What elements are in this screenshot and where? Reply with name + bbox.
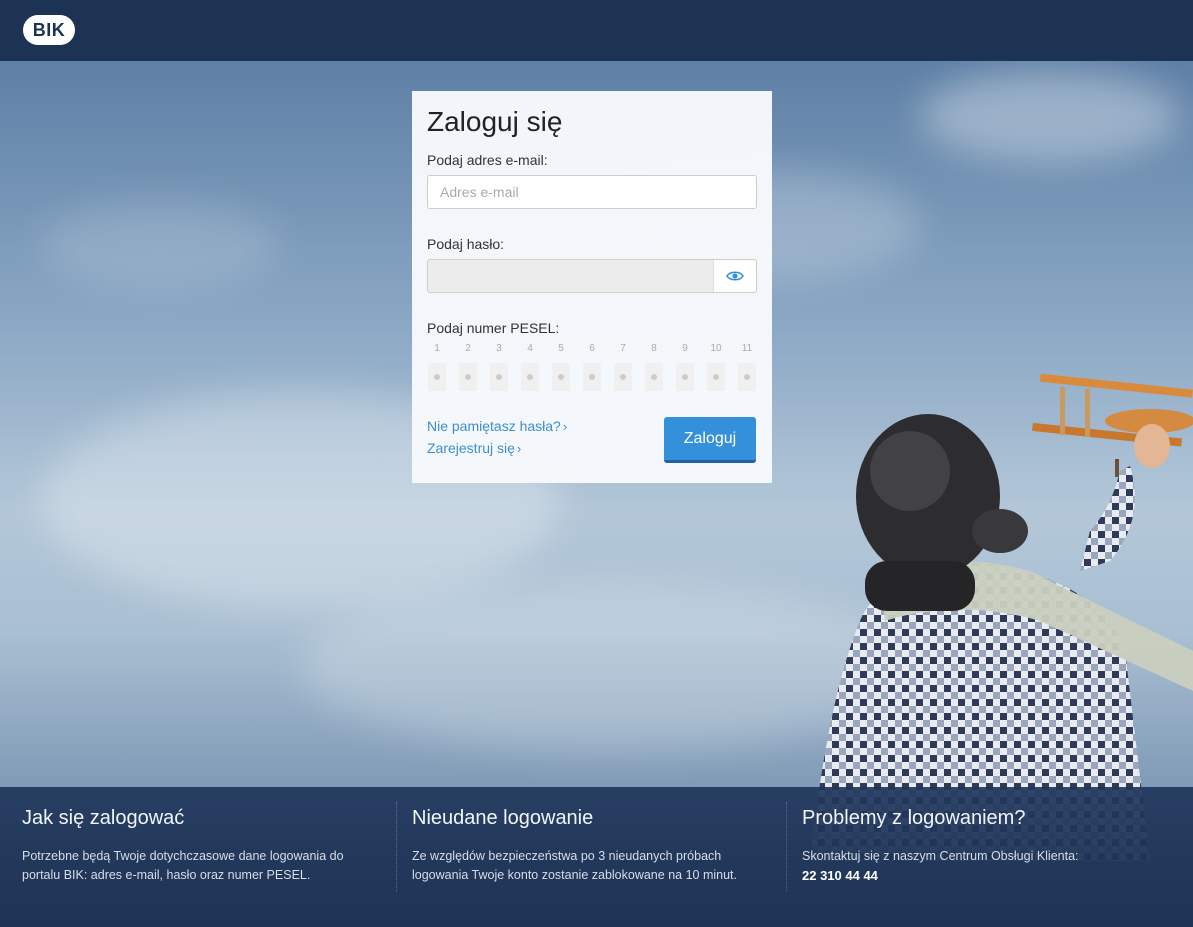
pesel-digit-box[interactable] xyxy=(490,363,508,391)
pesel-digit[interactable]: 9 xyxy=(675,343,695,391)
boy-with-toy-plane-image xyxy=(810,373,1193,861)
pesel-digit[interactable]: 8 xyxy=(644,343,664,391)
info-text: Skontaktuj się z naszym Centrum Obsługi … xyxy=(802,847,1147,886)
pesel-digit[interactable]: 7 xyxy=(613,343,633,391)
password-input[interactable] xyxy=(428,260,714,292)
divider xyxy=(786,802,787,892)
info-title: Nieudane logowanie xyxy=(412,807,594,829)
top-bar: BIK xyxy=(0,0,1193,61)
show-password-eye-icon[interactable] xyxy=(713,260,756,292)
chevron-right-icon: › xyxy=(516,441,522,456)
info-text: Ze względów bezpieczeństwa po 3 nieudany… xyxy=(412,849,737,882)
pesel-digit-number: 11 xyxy=(741,343,753,354)
pesel-digit-box[interactable] xyxy=(707,363,725,391)
pesel-label: Podaj numer PESEL: xyxy=(427,320,560,336)
pesel-digit-box[interactable] xyxy=(428,363,446,391)
forgot-password-label: Nie pamiętasz hasła? xyxy=(427,418,561,434)
toy-plane xyxy=(1032,373,1193,477)
info-text: Potrzebne będą Twoje dotychczasowe dane … xyxy=(22,849,344,882)
info-how-to-login: Jak się zalogować Potrzebne będą Twoje d… xyxy=(22,807,367,885)
pesel-digit-inputs: 1 2 3 4 5 6 7 8 9 10 11 xyxy=(427,343,757,393)
login-card: Zaloguj się Podaj adres e-mail: Podaj ha… xyxy=(412,91,772,483)
bik-logo[interactable]: BIK xyxy=(23,15,75,45)
pesel-digit-number: 3 xyxy=(496,343,502,354)
email-input[interactable] xyxy=(428,176,756,208)
pesel-digit-number: 2 xyxy=(465,343,471,354)
login-title: Zaloguj się xyxy=(427,106,563,137)
divider xyxy=(396,802,397,892)
pesel-digit-box[interactable] xyxy=(614,363,632,391)
pesel-digit-number: 6 xyxy=(589,343,595,354)
email-field-wrapper xyxy=(427,175,757,209)
pesel-digit[interactable]: 3 xyxy=(489,343,509,391)
info-title: Jak się zalogować xyxy=(22,807,185,829)
pesel-digit-number: 5 xyxy=(558,343,564,354)
register-label: Zarejestruj się xyxy=(427,440,515,456)
pesel-digit[interactable]: 5 xyxy=(551,343,571,391)
pesel-digit-number: 9 xyxy=(682,343,688,354)
login-button[interactable]: Zaloguj xyxy=(664,417,756,463)
pesel-digit-box[interactable] xyxy=(583,363,601,391)
pesel-digit-box[interactable] xyxy=(676,363,694,391)
chevron-right-icon: › xyxy=(562,419,568,434)
cloud xyxy=(40,201,280,291)
info-title: Problemy z logowaniem? xyxy=(802,807,1026,829)
pesel-digit[interactable]: 4 xyxy=(520,343,540,391)
email-label: Podaj adres e-mail: xyxy=(427,152,548,168)
info-footer: Jak się zalogować Potrzebne będą Twoje d… xyxy=(0,787,1193,927)
contact-phone[interactable]: 22 310 44 44 xyxy=(802,868,878,883)
pesel-digit-box[interactable] xyxy=(738,363,756,391)
password-label: Podaj hasło: xyxy=(427,236,505,252)
info-login-problems: Problemy z logowaniem? Skontaktuj się z … xyxy=(802,807,1147,886)
pesel-digit-number: 10 xyxy=(710,343,722,354)
pesel-digit[interactable]: 11 xyxy=(737,343,757,391)
forgot-password-link[interactable]: Nie pamiętasz hasła? › xyxy=(427,418,567,434)
info-failed-login: Nieudane logowanie Ze względów bezpiecze… xyxy=(412,807,757,885)
pesel-digit-number: 7 xyxy=(620,343,626,354)
pesel-digit[interactable]: 6 xyxy=(582,343,602,391)
pesel-digit[interactable]: 2 xyxy=(458,343,478,391)
pesel-digit-number: 1 xyxy=(434,343,440,354)
pesel-digit-box[interactable] xyxy=(552,363,570,391)
pesel-digit-number: 4 xyxy=(527,343,533,354)
pesel-digit[interactable]: 1 xyxy=(427,343,447,391)
contact-text: Skontaktuj się z naszym Centrum Obsługi … xyxy=(802,849,1079,863)
pesel-digit-box[interactable] xyxy=(521,363,539,391)
password-field-wrapper xyxy=(427,259,757,293)
register-link[interactable]: Zarejestruj się › xyxy=(427,440,521,456)
pesel-digit-box[interactable] xyxy=(645,363,663,391)
pesel-digit-box[interactable] xyxy=(459,363,477,391)
cloud xyxy=(920,71,1180,161)
pesel-digit-number: 8 xyxy=(651,343,657,354)
pesel-digit[interactable]: 10 xyxy=(706,343,726,391)
